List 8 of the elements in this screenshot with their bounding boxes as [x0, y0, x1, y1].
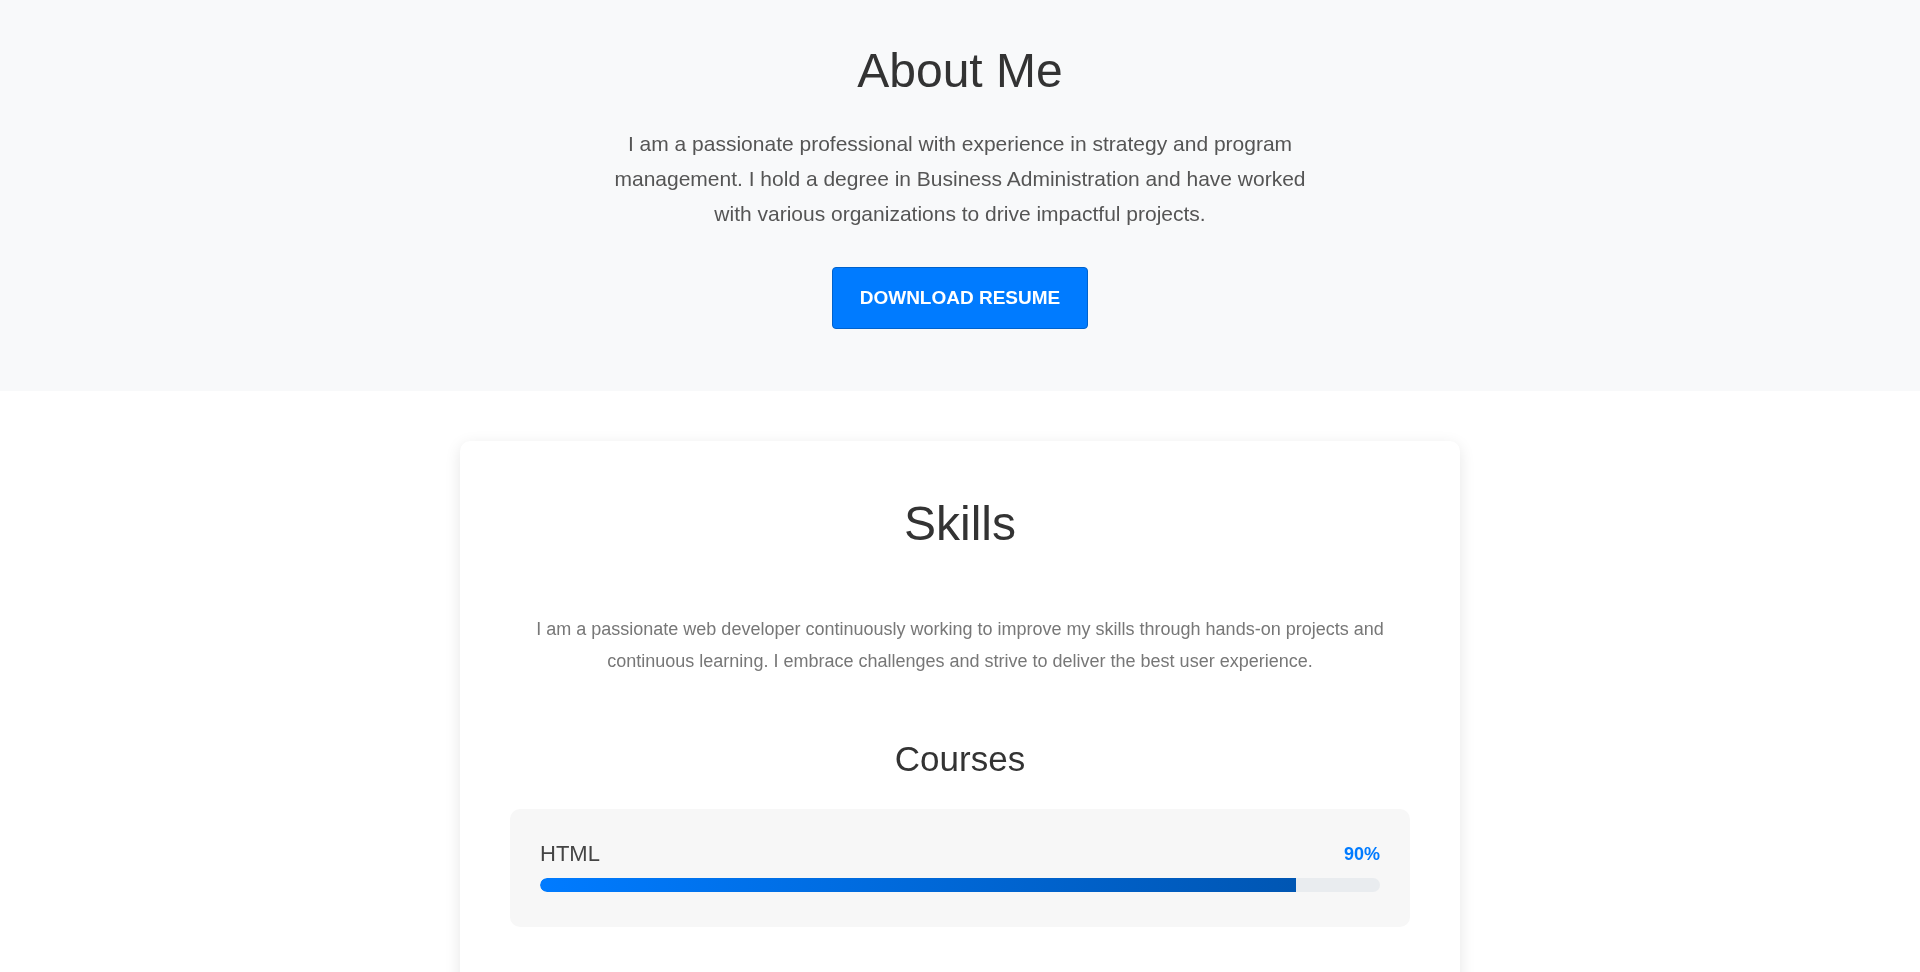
course-name: HTML	[540, 840, 600, 868]
courses-title: Courses	[894, 738, 1026, 780]
skills-title: Skills	[904, 496, 1016, 552]
download-resume-button[interactable]: DOWNLOAD RESUME	[832, 267, 1088, 329]
skills-paragraph: I am a passionate web developer continuously working to improve my skills through hands-on projects and continuous learning. I embrace challenges and strive to deliver the best user experience.	[535, 618, 1385, 673]
about-paragraph: I am a passionate professional with experience in strategy and program management. I hold a degree in Business Administration and have worked with various organizations to drive impactful projects.	[613, 131, 1307, 227]
about-title: About Me	[857, 43, 1063, 99]
course-percent: 90%	[1343, 843, 1380, 866]
